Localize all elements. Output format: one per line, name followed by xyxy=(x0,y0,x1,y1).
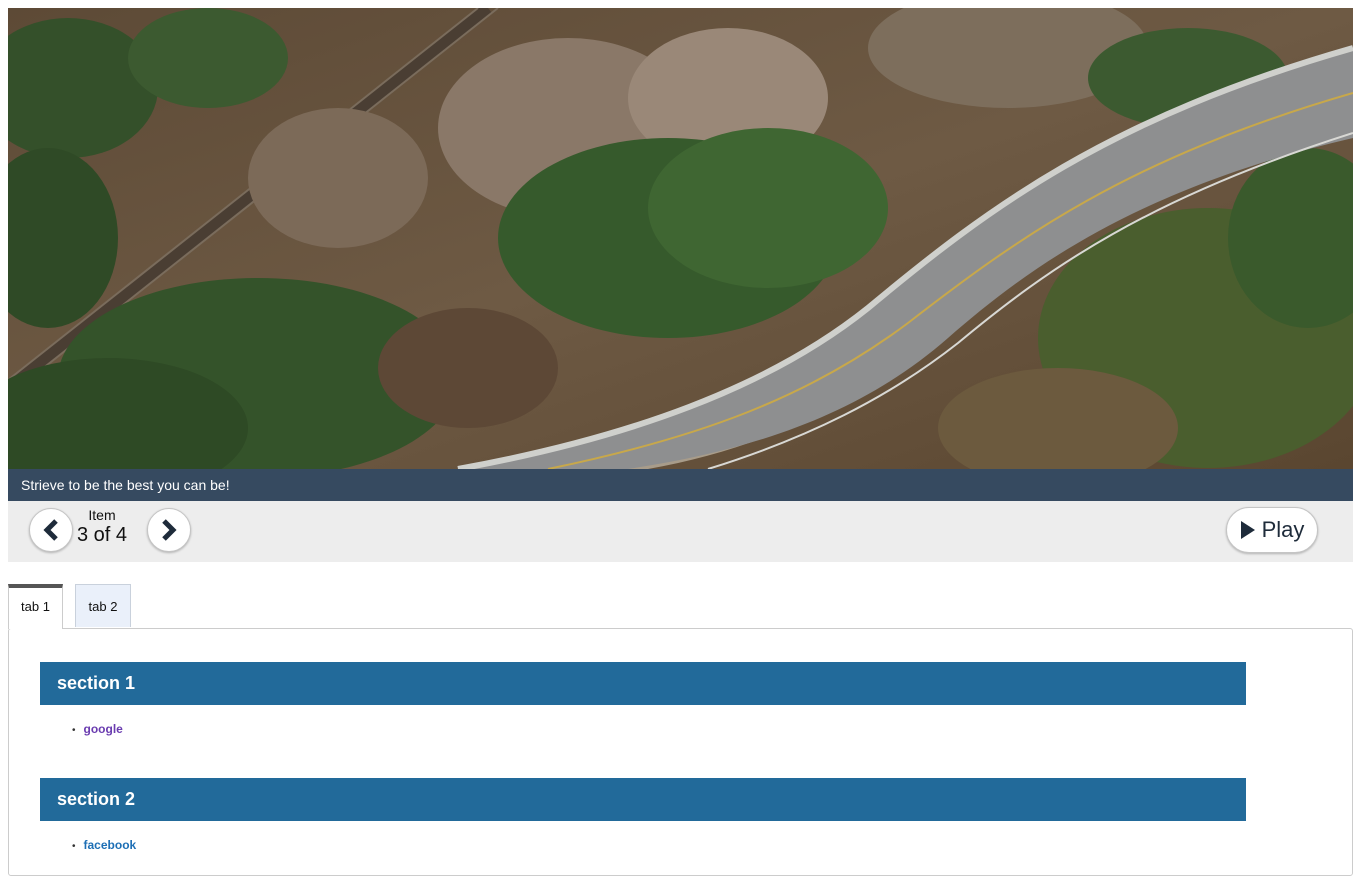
item-counter: Item 3 of 4 xyxy=(74,507,130,547)
carousel-controls: Item 3 of 4 Play xyxy=(8,501,1353,562)
list-item: • facebook xyxy=(72,837,136,855)
chevron-left-icon xyxy=(43,519,58,541)
image-carousel: Strieve to be the best you can be! Item … xyxy=(8,8,1353,562)
tab-2[interactable]: tab 2 xyxy=(75,584,131,627)
bullet-icon: • xyxy=(72,841,76,852)
counter-value: 3 of 4 xyxy=(76,524,128,546)
next-button[interactable] xyxy=(147,508,191,552)
previous-button[interactable] xyxy=(29,508,73,552)
list-item: • google xyxy=(72,721,123,739)
chevron-right-icon xyxy=(162,519,177,541)
play-label: Play xyxy=(1261,517,1305,542)
section-2-heading[interactable]: section 2 xyxy=(40,778,1246,821)
forest-road-image xyxy=(8,8,1353,469)
facebook-link[interactable]: facebook xyxy=(84,838,137,852)
section-1-links: • google xyxy=(72,721,123,739)
counter-label: Item xyxy=(88,507,116,523)
tab-bar: tab 1 tab 2 xyxy=(8,584,408,629)
section-2-links: • facebook xyxy=(72,837,136,855)
slide-caption: Strieve to be the best you can be! xyxy=(8,469,1353,501)
bullet-icon: • xyxy=(72,725,76,736)
section-1-heading[interactable]: section 1 xyxy=(40,662,1246,705)
play-icon xyxy=(1240,521,1255,539)
tab-1[interactable]: tab 1 xyxy=(8,584,63,629)
tab-panel: section 1 • google section 2 • facebook xyxy=(8,628,1353,876)
google-link[interactable]: google xyxy=(84,722,123,736)
slide-image xyxy=(8,8,1353,469)
play-button[interactable]: Play xyxy=(1226,507,1318,553)
